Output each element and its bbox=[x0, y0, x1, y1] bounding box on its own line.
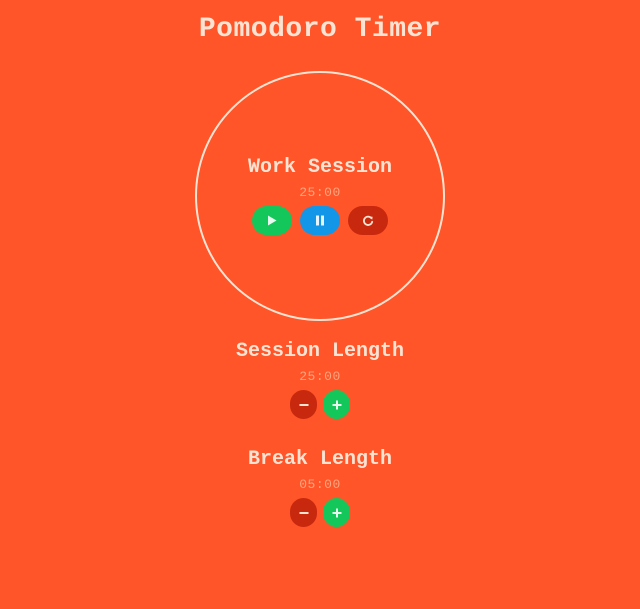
pause-icon bbox=[316, 215, 324, 226]
reset-button[interactable] bbox=[348, 206, 388, 235]
break-increment-button[interactable] bbox=[323, 498, 350, 527]
pause-button[interactable] bbox=[300, 206, 340, 235]
minus-icon bbox=[299, 511, 308, 514]
timer-display: 25:00 bbox=[299, 185, 341, 200]
session-length-value: 25:00 bbox=[299, 369, 341, 384]
refresh-icon bbox=[363, 215, 374, 226]
session-decrement-button[interactable] bbox=[290, 390, 317, 419]
session-label: Work Session bbox=[247, 156, 393, 179]
plus-icon bbox=[332, 400, 341, 409]
plus-icon bbox=[332, 508, 341, 517]
session-length-label: Session Length bbox=[235, 340, 405, 363]
minus-icon bbox=[299, 403, 308, 406]
break-length-label: Break Length bbox=[247, 448, 393, 471]
play-icon bbox=[268, 215, 277, 226]
play-button[interactable] bbox=[252, 206, 292, 235]
session-increment-button[interactable] bbox=[323, 390, 350, 419]
app-title: Pomodoro Timer bbox=[198, 14, 442, 45]
break-length-value: 05:00 bbox=[299, 477, 341, 492]
break-decrement-button[interactable] bbox=[290, 498, 317, 527]
